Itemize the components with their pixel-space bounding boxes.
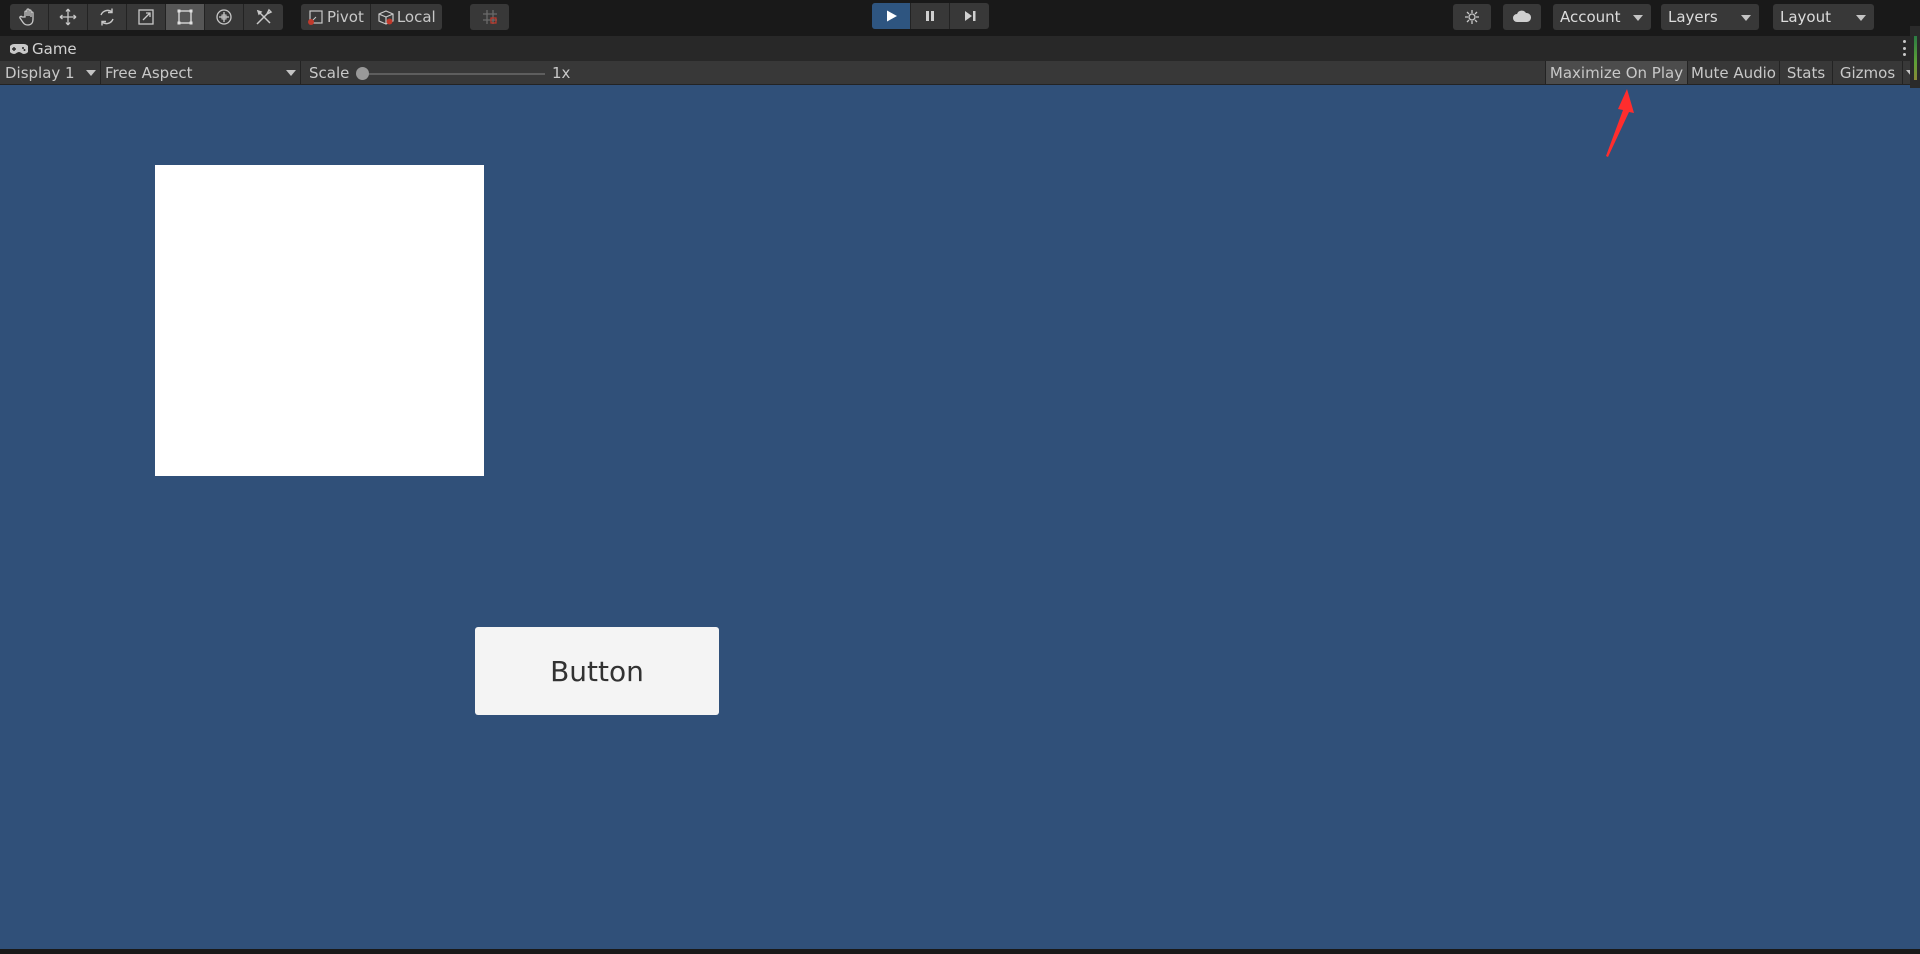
grid-snap-button[interactable] — [470, 4, 509, 30]
chevron-down-icon — [1856, 15, 1866, 21]
pause-button[interactable] — [911, 3, 950, 29]
scale-tool-button[interactable] — [127, 4, 166, 30]
gamepad-icon — [10, 43, 28, 54]
scale-slider-handle[interactable] — [356, 67, 369, 80]
aspect-dropdown[interactable]: Free Aspect — [101, 61, 301, 84]
gizmos-toggle[interactable]: Gizmos — [1832, 61, 1902, 84]
audio-level-meter — [1910, 26, 1920, 88]
move-tool-button[interactable] — [49, 4, 88, 30]
step-icon — [964, 11, 975, 21]
scale-slider-track[interactable] — [360, 73, 545, 75]
pivot-label: Pivot — [327, 8, 364, 26]
rotate-tool-icon — [100, 8, 114, 26]
custom-tools-button[interactable] — [244, 4, 283, 30]
chevron-down-icon — [1741, 15, 1751, 21]
layout-dropdown[interactable]: Layout — [1773, 4, 1874, 30]
pause-icon — [926, 11, 934, 21]
chevron-down-icon — [286, 70, 296, 76]
rect-tool-button[interactable] — [166, 4, 205, 30]
mute-audio-label: Mute Audio — [1691, 63, 1776, 82]
play-button[interactable] — [872, 3, 911, 29]
maximize-on-play-label: Maximize On Play — [1549, 63, 1684, 82]
account-label: Account — [1560, 8, 1621, 26]
annotation-arrow-icon — [1606, 89, 1634, 157]
status-bar — [0, 949, 1920, 954]
layout-label: Layout — [1780, 8, 1831, 26]
services-icon — [1465, 10, 1479, 24]
tab-game-label: Game — [32, 39, 77, 58]
pivot-icon — [308, 9, 323, 25]
cloud-icon — [1513, 10, 1532, 22]
more-options-icon[interactable] — [1902, 40, 1906, 56]
local-icon — [378, 9, 394, 25]
chevron-down-icon — [86, 70, 96, 76]
game-tab-bar: Game — [0, 36, 1920, 61]
scale-tool-icon — [138, 9, 154, 25]
transform-tool-icon — [216, 9, 232, 25]
game-ui-button-label: Button — [550, 654, 644, 688]
stats-label: Stats — [1786, 63, 1826, 82]
playmode-controls — [872, 3, 989, 29]
display-label: Display 1 — [5, 63, 75, 82]
gizmos-label: Gizmos — [1839, 63, 1896, 82]
local-label: Local — [396, 8, 436, 26]
step-button[interactable] — [950, 3, 989, 29]
aspect-label: Free Aspect — [105, 63, 193, 82]
pivot-button[interactable]: Pivot — [301, 4, 371, 30]
mute-audio-toggle[interactable]: Mute Audio — [1687, 61, 1779, 84]
game-view-toolbar: Display 1 Free Aspect Scale 1x Maximize … — [0, 61, 1920, 85]
services-button[interactable] — [1453, 4, 1491, 30]
rotate-tool-button[interactable] — [88, 4, 127, 30]
scale-value: 1x — [552, 63, 571, 82]
hand-tool-button[interactable] — [10, 4, 49, 30]
grid-snap-icon — [482, 10, 497, 24]
hand-tool-icon — [19, 8, 34, 26]
main-toolbar: Pivot Local Account Layers Layout — [0, 0, 1920, 34]
ui-image-panel — [155, 165, 484, 476]
move-tool-icon — [59, 8, 77, 26]
rect-tool-icon — [177, 9, 193, 25]
transform-tool-button[interactable] — [205, 4, 244, 30]
tool-group — [10, 4, 283, 30]
scale-label: Scale — [309, 63, 350, 82]
custom-tools-icon — [255, 8, 272, 25]
layers-dropdown[interactable]: Layers — [1661, 4, 1759, 30]
pivot-group: Pivot Local — [301, 4, 442, 30]
play-icon — [887, 10, 897, 22]
display-dropdown[interactable]: Display 1 — [0, 61, 101, 84]
game-viewport[interactable]: Button — [0, 85, 1920, 949]
tab-game[interactable]: Game — [0, 36, 77, 61]
account-dropdown[interactable]: Account — [1553, 4, 1651, 30]
maximize-on-play-toggle[interactable]: Maximize On Play — [1545, 61, 1687, 84]
local-button[interactable]: Local — [371, 4, 442, 30]
game-ui-button[interactable]: Button — [475, 627, 719, 715]
grid-snap-group — [470, 4, 509, 30]
stats-toggle[interactable]: Stats — [1779, 61, 1832, 84]
cloud-button[interactable] — [1503, 4, 1541, 30]
layers-label: Layers — [1668, 8, 1718, 26]
chevron-down-icon — [1633, 15, 1643, 21]
